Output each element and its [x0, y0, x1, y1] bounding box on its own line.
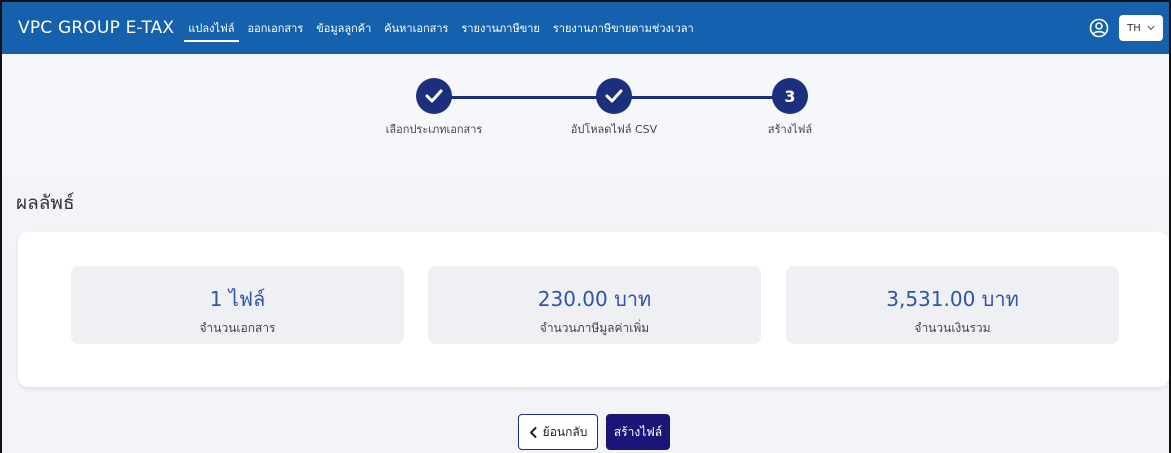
top-navigation-bar: VPC GROUP E-TAX แปลงไฟล์ ออกเอกสาร ข้อมู… [2, 2, 1169, 54]
step-create-file: 3 สร้างไฟล์ [720, 78, 860, 138]
step-3-number: 3 [784, 86, 796, 106]
stat-label: จำนวนภาษีมูลค่าเพิ่ม [539, 321, 650, 335]
language-value: TH [1127, 22, 1141, 34]
step-1-label: เลือกประเภทเอกสาร [385, 123, 483, 136]
stat-label: จำนวนเงินรวม [914, 321, 991, 335]
create-file-button[interactable]: สร้างไฟล์ [606, 414, 670, 450]
stat-vat-amount: 230.00 บาท จำนวนภาษีมูลค่าเพิ่ม [428, 266, 761, 344]
step-1-circle [416, 78, 452, 114]
result-card: 1 ไฟล์ จำนวนเอกสาร 230.00 บาท จำนวนภาษีม… [18, 232, 1169, 387]
chevron-left-icon [529, 426, 537, 438]
back-button-label: ย้อนกลับ [542, 424, 588, 439]
language-select[interactable]: TH [1119, 15, 1163, 41]
stat-document-count: 1 ไฟล์ จำนวนเอกสาร [71, 266, 404, 344]
stat-total-amount: 3,531.00 บาท จำนวนเงินรวม [786, 266, 1119, 344]
step-2-circle [596, 78, 632, 114]
stat-label: จำนวนเอกสาร [199, 321, 276, 335]
step-select-document-type: เลือกประเภทเอกสาร [364, 78, 504, 138]
result-title: ผลลัพธ์ [16, 192, 75, 214]
nav-item-issue-document[interactable]: ออกเอกสาร [248, 2, 304, 54]
nav-item-search-document[interactable]: ค้นหาเอกสาร [384, 2, 448, 54]
stat-value: 230.00 บาท [537, 287, 652, 311]
stat-value: 3,531.00 บาท [886, 287, 1019, 311]
nav-item-sales-tax-report-period[interactable]: รายงานภาษีขายตามช่วงเวลา [553, 2, 694, 54]
brand-title: VPC GROUP E-TAX [18, 18, 175, 38]
step-3-circle: 3 [772, 78, 808, 114]
nav-item-customer-data[interactable]: ข้อมูลลูกค้า [316, 2, 371, 54]
chevron-down-icon [1147, 25, 1155, 31]
user-account-icon[interactable] [1089, 18, 1109, 38]
main-nav: แปลงไฟล์ ออกเอกสาร ข้อมูลลูกค้า ค้นหาเอก… [184, 2, 706, 54]
back-button[interactable]: ย้อนกลับ [518, 414, 598, 450]
nav-item-convert-file[interactable]: แปลงไฟล์ [184, 2, 239, 54]
top-right-controls: TH [1089, 15, 1163, 41]
stat-value: 1 ไฟล์ [209, 287, 266, 311]
step-2-label: อัปโหลดไฟล์ CSV [570, 123, 658, 136]
check-icon [425, 89, 443, 103]
step-upload-csv: อัปโหลดไฟล์ CSV [544, 78, 684, 138]
nav-item-sales-tax-report[interactable]: รายงานภาษีขาย [461, 2, 539, 54]
stepper-panel: เลือกประเภทเอกสาร อัปโหลดไฟล์ CSV 3 สร้า… [2, 54, 1169, 176]
check-icon [605, 89, 623, 103]
step-3-label: สร้างไฟล์ [767, 123, 813, 136]
